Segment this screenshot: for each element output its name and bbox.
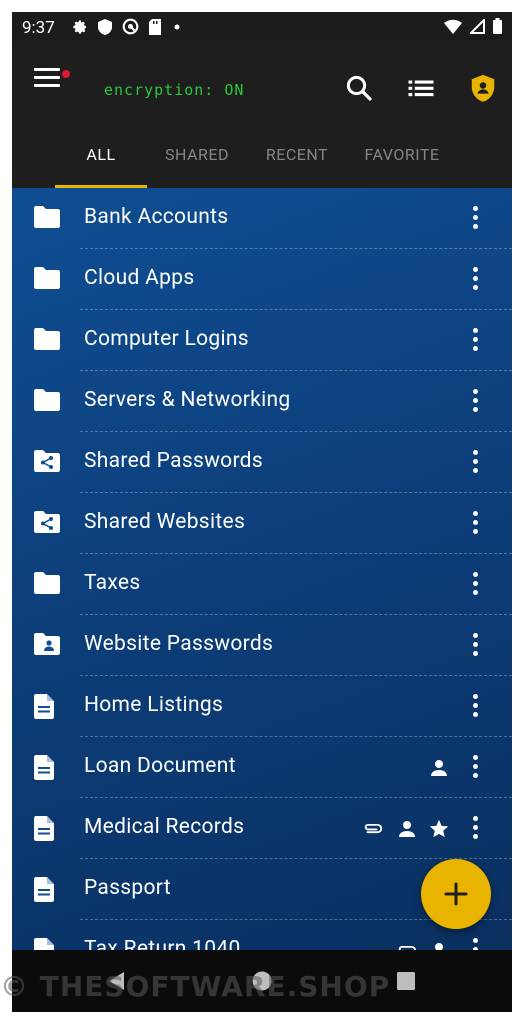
list-item[interactable]: Taxes (12, 554, 512, 615)
list-item[interactable]: Bank Accounts (12, 188, 512, 249)
list-item-label: Bank Accounts (84, 205, 229, 229)
shared-folder-icon (34, 511, 60, 535)
attachment-icon (362, 818, 384, 840)
plus-icon (444, 882, 468, 906)
signal-icon (470, 18, 485, 34)
shared-folder-icon (34, 450, 60, 474)
star-icon (428, 818, 450, 840)
list-item-label: Shared Websites (84, 510, 246, 534)
folder-icon (34, 328, 60, 352)
folder-icon (34, 267, 60, 291)
status-notification-icons (72, 18, 183, 35)
list-item[interactable]: Servers & Networking (12, 371, 512, 432)
status-bar: 9:37 (12, 12, 512, 43)
document-icon (34, 755, 60, 780)
person-icon (428, 757, 450, 779)
list-item[interactable]: Shared Websites (12, 493, 512, 554)
list-item-label: Cloud Apps (84, 266, 195, 290)
more-options-icon[interactable] (464, 509, 486, 539)
app-bar: encryption: ON ALL SHARED RECENT FAVORIT… (12, 43, 512, 188)
tab-favorite[interactable]: FAVORITE (352, 145, 452, 164)
document-icon (34, 816, 60, 841)
more-options-icon[interactable] (464, 326, 486, 356)
more-options-icon[interactable] (464, 204, 486, 234)
more-options-icon[interactable] (464, 387, 486, 417)
search-icon[interactable] (344, 73, 374, 103)
more-options-icon[interactable] (464, 448, 486, 478)
document-icon (34, 877, 60, 902)
battery-icon (493, 18, 502, 34)
menu-icon (34, 68, 60, 71)
folder-icon (34, 389, 60, 413)
tab-all[interactable]: ALL (55, 145, 147, 164)
folder-icon (34, 572, 60, 596)
list-item[interactable]: Website Passwords (12, 615, 512, 676)
security-shield-icon[interactable] (468, 73, 498, 103)
list-item-label: Medical Records (84, 815, 245, 839)
user-folder-icon (34, 633, 60, 657)
tab-recent[interactable]: RECENT (252, 145, 342, 164)
list-item-label: Loan Document (84, 754, 236, 778)
dot-icon (174, 24, 180, 29)
more-options-icon[interactable] (464, 753, 486, 783)
list-item[interactable]: Computer Logins (12, 310, 512, 371)
settings-icon (73, 19, 86, 34)
list-item-label: Website Passwords (84, 632, 274, 656)
menu-button[interactable] (34, 68, 60, 90)
list-view-icon[interactable] (406, 73, 436, 103)
add-item-button[interactable] (421, 859, 491, 929)
list-item[interactable]: Home Listings (12, 676, 512, 737)
list-item-label: Computer Logins (84, 327, 249, 351)
notification-dot (62, 70, 70, 78)
encryption-status: encryption: ON (104, 81, 245, 99)
tab-bar: ALL SHARED RECENT FAVORITE (12, 133, 512, 188)
phone-screen: 9:37 encryption: ON ALL SHARED RECENT FA… (12, 12, 512, 1012)
menu-icon-bar (34, 76, 60, 79)
more-options-icon[interactable] (464, 570, 486, 600)
list-item-label: Servers & Networking (84, 388, 291, 412)
item-list[interactable]: Bank Accounts Cloud Apps Computer Logins Se… (12, 188, 512, 962)
shield-status-icon (98, 18, 112, 35)
more-options-icon[interactable] (464, 631, 486, 661)
list-item[interactable]: Medical Records (12, 798, 512, 859)
folder-icon (34, 206, 60, 230)
list-item[interactable]: Cloud Apps (12, 249, 512, 310)
list-item-label: Taxes (84, 571, 141, 595)
list-item[interactable]: Loan Document (12, 737, 512, 798)
watermark: © THESOFTWARE.SHOP (0, 970, 391, 1003)
document-icon (34, 694, 60, 719)
more-options-icon[interactable] (464, 265, 486, 295)
list-item-label: Passport (84, 876, 171, 900)
wifi-icon (444, 19, 462, 34)
person-icon (396, 818, 418, 840)
list-item-label: Shared Passwords (84, 449, 263, 473)
list-item-label: Home Listings (84, 693, 224, 717)
more-options-icon[interactable] (464, 814, 486, 844)
status-time: 9:37 (22, 18, 55, 38)
tab-shared[interactable]: SHARED (152, 145, 242, 164)
list-item[interactable]: Shared Passwords (12, 432, 512, 493)
sd-card-icon (149, 18, 161, 35)
more-options-icon[interactable] (464, 692, 486, 722)
menu-icon-bar (34, 84, 60, 87)
recents-icon[interactable] (395, 970, 417, 992)
status-system-icons (444, 18, 502, 34)
vpn-icon (122, 18, 139, 35)
